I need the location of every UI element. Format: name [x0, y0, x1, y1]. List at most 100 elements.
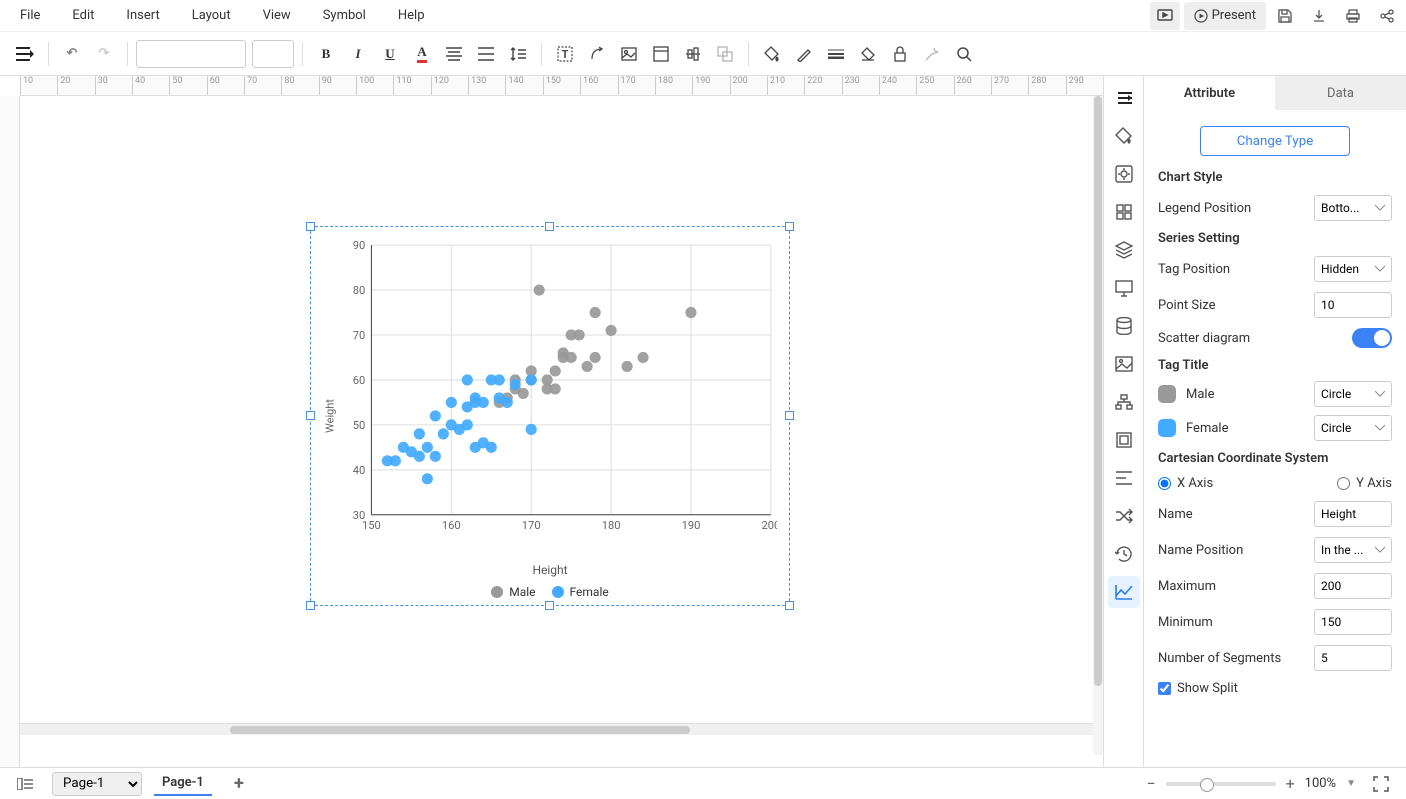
- container-icon[interactable]: [646, 39, 676, 69]
- search-icon[interactable]: [949, 39, 979, 69]
- canvas-area[interactable]: 1020304050607080901001101201301401501601…: [0, 76, 1103, 767]
- alignment-icon[interactable]: [678, 39, 708, 69]
- name-position-select[interactable]: In the ...: [1314, 537, 1392, 563]
- chart-selection-box[interactable]: Weight 15016017018019020030405060708090 …: [310, 226, 790, 606]
- collapse-panel-icon[interactable]: [1108, 82, 1140, 114]
- presentation-icon[interactable]: [1108, 272, 1140, 304]
- slideshow-icon[interactable]: [1150, 2, 1180, 30]
- horizontal-scrollbar[interactable]: [20, 723, 1103, 735]
- fill-color-icon[interactable]: [757, 39, 787, 69]
- menu-layout[interactable]: Layout: [176, 0, 247, 31]
- underline-button[interactable]: U: [375, 39, 405, 69]
- vertical-scrollbar[interactable]: [1093, 96, 1103, 755]
- grid-icon[interactable]: [1108, 196, 1140, 228]
- tag-position-label: Tag Position: [1158, 262, 1230, 277]
- fill-style-icon[interactable]: [1108, 120, 1140, 152]
- connector-icon[interactable]: [582, 39, 612, 69]
- zoom-slider[interactable]: [1166, 782, 1276, 786]
- male-color-swatch[interactable]: [1158, 385, 1176, 403]
- zoom-chevron-icon[interactable]: ▼: [1346, 778, 1356, 789]
- menu-view[interactable]: View: [247, 0, 307, 31]
- group-icon[interactable]: [710, 39, 740, 69]
- svg-text:200: 200: [761, 519, 776, 532]
- frame-icon[interactable]: [1108, 424, 1140, 456]
- toolbar: ↶ ↷ B I U A T: [0, 32, 1406, 76]
- font-family-dropdown[interactable]: [136, 40, 246, 68]
- font-size-dropdown[interactable]: [252, 40, 294, 68]
- tag-title-heading: Tag Title: [1158, 358, 1392, 373]
- scatter-diagram-toggle[interactable]: [1352, 328, 1392, 348]
- menu-bar: File Edit Insert Layout View Symbol Help…: [0, 0, 1406, 32]
- print-icon[interactable]: [1338, 2, 1368, 30]
- fullscreen-icon[interactable]: [1366, 769, 1396, 799]
- present-button[interactable]: Present: [1184, 2, 1266, 30]
- axis-name-input[interactable]: [1314, 501, 1392, 527]
- male-tag-label: Male: [1186, 387, 1304, 402]
- share-icon[interactable]: [1372, 2, 1402, 30]
- play-icon: [1194, 9, 1208, 23]
- menu-help[interactable]: Help: [382, 0, 441, 31]
- outline-icon[interactable]: [10, 769, 40, 799]
- text-box-icon[interactable]: T: [550, 39, 580, 69]
- menu-insert[interactable]: Insert: [110, 0, 175, 31]
- tag-position-select[interactable]: Hidden: [1314, 256, 1392, 282]
- shuffle-icon[interactable]: [1108, 500, 1140, 532]
- menu-symbol[interactable]: Symbol: [307, 0, 382, 31]
- right-icon-rail: [1103, 76, 1143, 767]
- page-selector[interactable]: Page-1: [52, 772, 142, 796]
- tab-attribute[interactable]: Attribute: [1144, 76, 1275, 110]
- axis-name-label: Name: [1158, 507, 1193, 522]
- align-h-icon[interactable]: [439, 39, 469, 69]
- download-icon[interactable]: [1304, 2, 1334, 30]
- svg-text:T: T: [562, 48, 569, 61]
- eraser-icon[interactable]: [853, 39, 883, 69]
- image-icon[interactable]: [614, 39, 644, 69]
- page-tab[interactable]: Page-1: [154, 771, 212, 796]
- maximum-label: Maximum: [1158, 579, 1216, 594]
- female-color-swatch[interactable]: [1158, 419, 1176, 437]
- legend-position-select[interactable]: Botto...: [1314, 195, 1392, 221]
- change-type-button[interactable]: Change Type: [1200, 126, 1350, 156]
- sitemap-icon[interactable]: [1108, 386, 1140, 418]
- chart-tool-icon[interactable]: [1108, 576, 1140, 608]
- chart-ylabel: Weight: [323, 399, 336, 433]
- minimum-input[interactable]: [1314, 609, 1392, 635]
- undo-icon[interactable]: ↶: [57, 39, 87, 69]
- line-height-icon[interactable]: [503, 39, 533, 69]
- database-icon[interactable]: [1108, 310, 1140, 342]
- show-split-checkbox[interactable]: [1158, 682, 1171, 695]
- layers-icon[interactable]: [1108, 234, 1140, 266]
- menu-file[interactable]: File: [4, 0, 56, 31]
- point-size-label: Point Size: [1158, 298, 1215, 313]
- zoom-in-button[interactable]: +: [1286, 774, 1295, 793]
- num-segments-input[interactable]: [1314, 645, 1392, 671]
- x-axis-radio[interactable]: [1158, 477, 1171, 490]
- italic-button[interactable]: I: [343, 39, 373, 69]
- svg-text:180: 180: [602, 519, 621, 532]
- line-style-icon[interactable]: [821, 39, 851, 69]
- align-v-icon[interactable]: [471, 39, 501, 69]
- font-color-icon[interactable]: A: [407, 39, 437, 69]
- history-icon[interactable]: [1108, 538, 1140, 570]
- maximum-input[interactable]: [1314, 573, 1392, 599]
- add-page-button[interactable]: +: [224, 769, 254, 799]
- paragraph-icon[interactable]: [1108, 462, 1140, 494]
- tools-icon[interactable]: [917, 39, 947, 69]
- shape-settings-icon[interactable]: [1108, 158, 1140, 190]
- zoom-out-button[interactable]: −: [1146, 774, 1155, 793]
- save-icon[interactable]: [1270, 2, 1300, 30]
- bold-button[interactable]: B: [311, 39, 341, 69]
- female-shape-select[interactable]: Circle: [1314, 415, 1392, 441]
- point-size-input[interactable]: [1314, 292, 1392, 318]
- y-axis-radio[interactable]: [1337, 477, 1350, 490]
- svg-text:170: 170: [522, 519, 541, 532]
- photo-icon[interactable]: [1108, 348, 1140, 380]
- tab-data[interactable]: Data: [1275, 76, 1406, 110]
- lock-icon[interactable]: [885, 39, 915, 69]
- coord-system-heading: Cartesian Coordinate System: [1158, 451, 1392, 466]
- line-color-icon[interactable]: [789, 39, 819, 69]
- menu-edit[interactable]: Edit: [56, 0, 110, 31]
- male-shape-select[interactable]: Circle: [1314, 381, 1392, 407]
- expand-sidebar-icon[interactable]: [10, 39, 40, 69]
- redo-icon[interactable]: ↷: [89, 39, 119, 69]
